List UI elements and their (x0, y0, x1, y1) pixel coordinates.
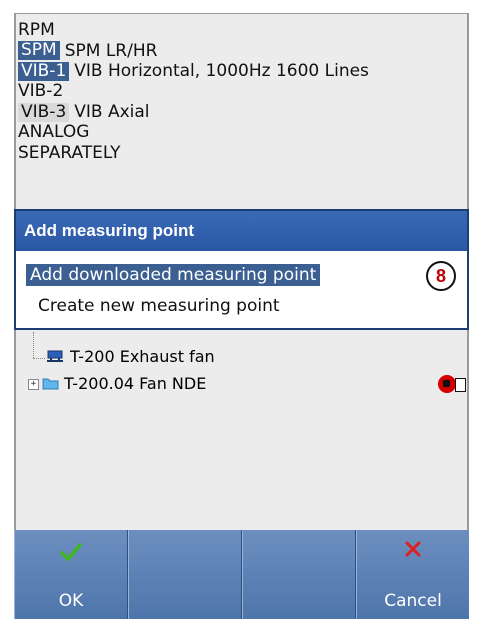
list-item[interactable]: VIB-1 VIB Horizontal, 1000Hz 1600 Lines (18, 61, 369, 82)
dialog-title: Add measuring point (16, 211, 467, 251)
item-description: VIB Axial (74, 102, 150, 122)
measurement-type-list: RPM SPM SPM LR/HR VIB-1 VIB Horizontal, 10… (18, 20, 369, 164)
create-new-point-option[interactable]: Create new measuring point (38, 295, 280, 317)
callout-number-badge: 8 (426, 261, 456, 291)
list-item[interactable]: SPM SPM LR/HR (18, 41, 369, 62)
check-icon (60, 543, 82, 561)
tree-item-machine[interactable]: T-200 Exhaust fan (70, 346, 215, 368)
item-tag: ANALOG (18, 122, 90, 143)
list-item[interactable]: SEPARATELY (18, 143, 369, 164)
item-tag: VIB-1 (18, 61, 70, 81)
item-description: VIB Horizontal, 1000Hz 1600 Lines (74, 61, 369, 81)
item-tag: RPM (18, 19, 55, 40)
close-icon (405, 541, 421, 557)
empty-softkey[interactable] (128, 530, 242, 619)
expand-toggle[interactable]: + (28, 379, 39, 390)
cancel-label: Cancel (384, 591, 442, 611)
item-description: SPM LR/HR (64, 40, 158, 61)
item-tag: SEPARATELY (18, 142, 121, 163)
list-item[interactable]: RPM (18, 20, 369, 41)
machine-icon (47, 350, 63, 362)
folder-icon (42, 378, 59, 390)
item-tag: VIB-3 (18, 102, 70, 122)
add-measuring-point-dialog: Add measuring point Add downloaded measu… (14, 209, 469, 330)
tree-connector (33, 358, 45, 359)
ok-button[interactable]: OK (14, 530, 128, 619)
list-item[interactable]: VIB-2 (18, 82, 369, 103)
select-checkbox[interactable] (455, 378, 466, 392)
item-tag: VIB-2 (18, 81, 64, 102)
empty-softkey[interactable] (242, 530, 356, 619)
list-item[interactable]: ANALOG (18, 123, 369, 144)
alarm-status-icon (438, 375, 456, 393)
ok-label: OK (58, 591, 84, 611)
list-item[interactable]: VIB-3 VIB Axial (18, 102, 369, 123)
tree-item-point[interactable]: T-200.04 Fan NDE (64, 373, 206, 395)
tree-connector (33, 332, 34, 358)
cancel-button[interactable]: Cancel (356, 530, 469, 619)
item-tag: SPM (18, 41, 60, 61)
add-downloaded-point-option[interactable]: Add downloaded measuring point (26, 264, 321, 286)
bottom-button-bar: OK Cancel (14, 530, 469, 619)
